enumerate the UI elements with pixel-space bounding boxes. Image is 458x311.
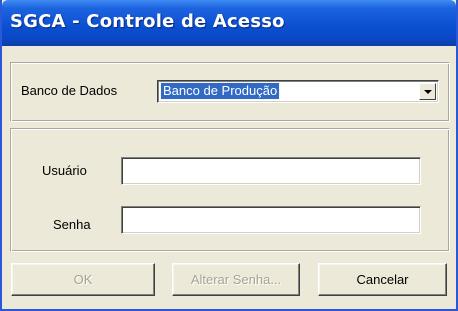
change-password-button[interactable]: Alterar Senha... — [172, 263, 300, 296]
window-title: SGCA - Controle de Acesso — [10, 11, 285, 32]
user-field[interactable] — [121, 157, 421, 185]
database-select[interactable]: Banco de Produção — [157, 80, 439, 103]
ok-button[interactable]: OK — [11, 263, 155, 296]
chevron-down-icon[interactable] — [419, 83, 436, 100]
credentials-group: Usuário Senha — [10, 128, 450, 252]
database-selected-value: Banco de Produção — [159, 82, 281, 100]
user-label: Usuário — [42, 163, 87, 178]
database-group: Banco de Dados Banco de Produção — [10, 62, 450, 122]
cancel-button[interactable]: Cancelar — [318, 263, 447, 296]
password-field[interactable] — [121, 206, 421, 234]
title-bar[interactable]: SGCA - Controle de Acesso — [2, 0, 456, 46]
password-label: Senha — [53, 217, 91, 232]
database-label: Banco de Dados — [21, 83, 118, 98]
login-dialog: SGCA - Controle de Acesso Banco de Dados… — [0, 0, 458, 311]
